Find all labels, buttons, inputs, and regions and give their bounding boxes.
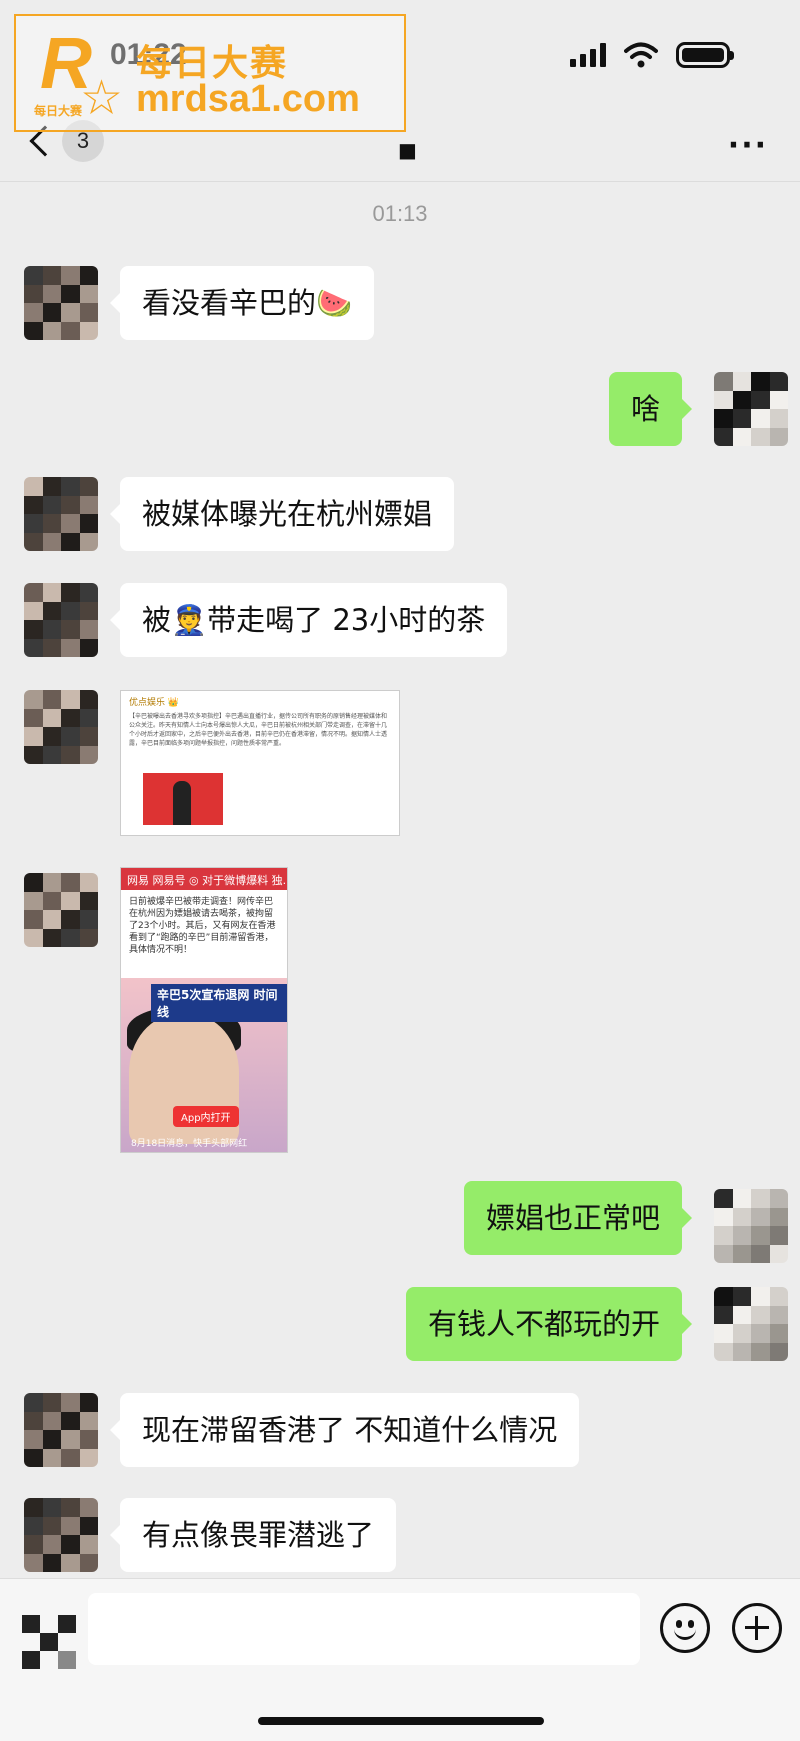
incoming-message-bubble[interactable]: 看没看辛巴的🍉 [109,266,375,340]
contact-avatar[interactable] [24,1393,98,1467]
outgoing-message-bubble[interactable]: 嫖娼也正常吧 [463,1181,693,1255]
incoming-message-bubble[interactable]: 现在滞留香港了 不知道什么情况 [109,1393,580,1467]
image-header-text: 优点娱乐 👑 [129,698,180,708]
open-in-app-button: App内打开 [173,1106,239,1127]
system-icons [570,42,734,68]
watermark-logo: R ☆ 每日大赛 [34,28,134,126]
image-body-text: 日前被爆辛巴被带走调查！网传辛巴在杭州因为嫖娼被请去喝茶，被拘留了23个小时。其… [129,897,276,955]
voice-input-icon[interactable] [22,1615,76,1669]
chat-message-list[interactable]: 01:13 看没看辛巴的🍉 啥 被媒体曝光在杭州嫖娼 被👮带走喝了 23小时的茶… [0,183,800,1578]
message-input[interactable] [88,1593,640,1665]
watermark-logo-small-text: 每日大赛 [34,104,83,118]
cellular-signal-icon [570,43,606,67]
outgoing-message-bubble[interactable]: 啥 [608,372,693,446]
image-body-text: 【辛巴被曝出去香港寻欢多项指控】辛巴遇出直播行业，据传公司所有职务的原销售经理被… [129,713,388,747]
incoming-message-bubble[interactable]: 被媒体曝光在杭州嫖娼 [109,477,455,551]
contact-avatar[interactable] [24,266,98,340]
incoming-message-bubble[interactable]: 有点像畏罪潜逃了 [109,1498,397,1572]
banner-caption: 8月18日消息，快手头部网红 [131,1139,248,1149]
input-bar [0,1578,800,1741]
image-message[interactable]: 网易 网易号 ◎ 对于微博爆料 独... 日前被爆辛巴被带走调查！网传辛巴在杭州… [120,867,288,1153]
incoming-message-bubble[interactable]: 被👮带走喝了 23小时的茶 [109,583,508,657]
emoji-icon[interactable] [660,1603,710,1653]
watermark: R ☆ 每日大赛 每日大赛 mrdsa1.com [14,14,406,132]
image-topbar-text: 网易 网易号 ◎ 对于微博爆料 独... [121,868,287,890]
self-avatar[interactable] [714,1287,788,1361]
self-avatar[interactable] [714,372,788,446]
contact-avatar[interactable] [24,690,98,764]
contact-avatar[interactable] [24,583,98,657]
more-options-button[interactable]: ··· [728,128,768,163]
chat-title: ■ [398,138,417,162]
news-photo [143,773,223,825]
battery-icon [676,42,734,68]
outgoing-message-bubble[interactable]: 有钱人不都玩的开 [405,1287,693,1361]
self-avatar[interactable] [714,1189,788,1263]
wifi-icon [624,42,658,68]
image-message[interactable]: 优点娱乐 👑 【辛巴被曝出去香港寻欢多项指控】辛巴遇出直播行业，据传公司所有职务… [120,690,400,836]
contact-avatar[interactable] [24,873,98,947]
message-timestamp: 01:13 [372,201,428,226]
home-indicator[interactable] [258,1717,544,1725]
news-banner: 辛巴5次宣布退网 时间线 App内打开 8月18日消息，快手头部网红 [121,978,287,1152]
contact-avatar[interactable] [24,1498,98,1572]
star-icon: ☆ [80,70,124,126]
plus-icon[interactable] [732,1603,782,1653]
contact-avatar[interactable] [24,477,98,551]
watermark-url: mrdsa1.com [136,78,360,120]
banner-title: 辛巴5次宣布退网 时间线 [151,984,287,1022]
